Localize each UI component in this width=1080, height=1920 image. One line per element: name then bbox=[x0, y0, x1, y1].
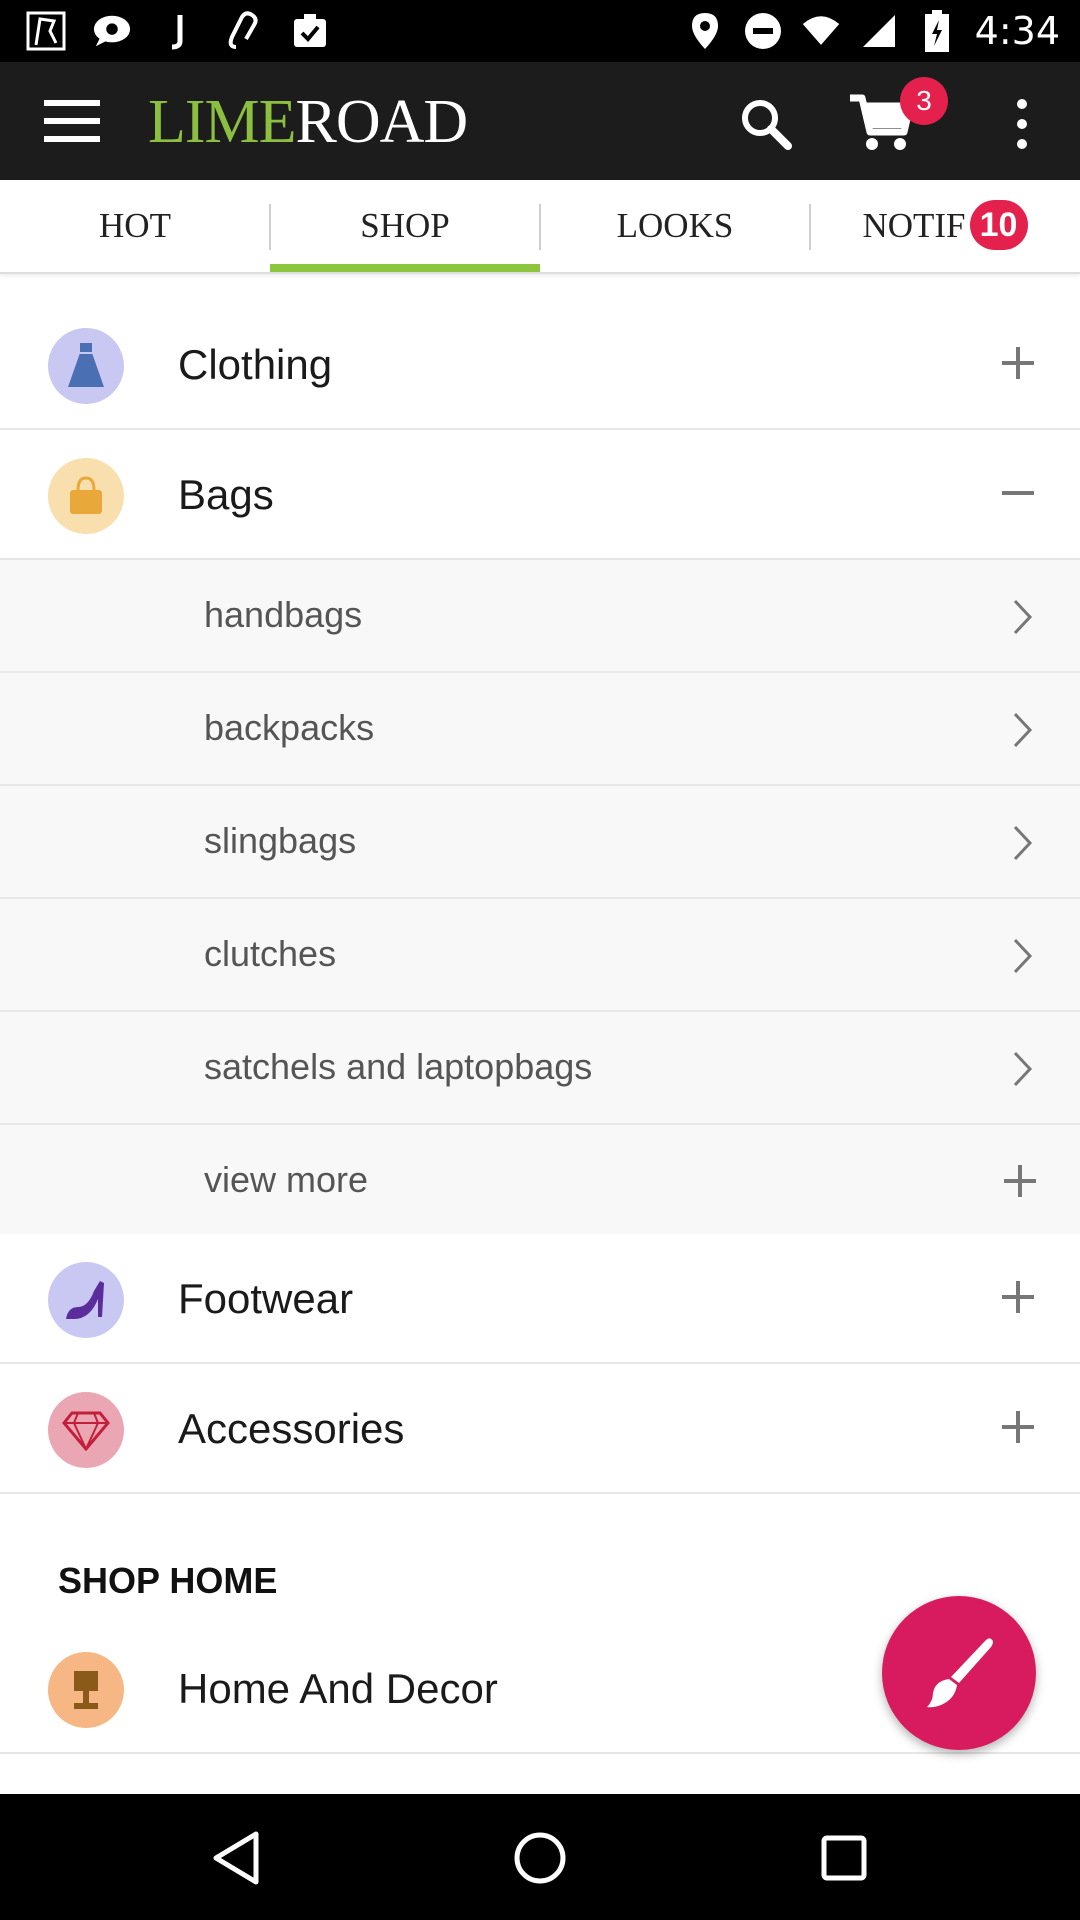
active-tab-indicator bbox=[270, 264, 540, 272]
tab-label: SHOP bbox=[360, 206, 450, 245]
paintbrush-fab-button[interactable] bbox=[882, 1596, 1036, 1750]
hamburger-menu-icon[interactable] bbox=[44, 98, 100, 144]
tab-hot[interactable]: HOT bbox=[0, 180, 270, 272]
subcategory-label: clutches bbox=[204, 933, 337, 974]
notif-count-badge: 10 bbox=[969, 199, 1028, 250]
category-label: Bags bbox=[178, 471, 274, 518]
diamond-icon bbox=[48, 1392, 124, 1468]
category-label: Clothing bbox=[178, 341, 333, 388]
plus-icon bbox=[1002, 1163, 1038, 1199]
subcategory-item[interactable]: backpacks bbox=[0, 673, 1080, 786]
app-icon bbox=[26, 10, 66, 52]
expand-plus-icon[interactable] bbox=[1000, 1409, 1036, 1445]
tab-label: NOTIF bbox=[862, 206, 966, 245]
collapse-minus-icon[interactable] bbox=[1000, 475, 1036, 511]
dress-icon bbox=[48, 328, 124, 404]
tab-shop[interactable]: SHOP bbox=[270, 180, 540, 272]
clock: 4:34 bbox=[974, 9, 1060, 53]
chevron-right-icon bbox=[1012, 711, 1034, 749]
back-icon[interactable] bbox=[208, 1828, 268, 1888]
tab-looks[interactable]: LOOKS bbox=[540, 180, 810, 272]
category-label: Home And Decor bbox=[178, 1665, 498, 1712]
more-options-icon[interactable] bbox=[1006, 98, 1038, 150]
expand-plus-icon[interactable] bbox=[1000, 345, 1036, 381]
subcategory-label: backpacks bbox=[204, 707, 375, 748]
view-more-item[interactable]: view more bbox=[0, 1125, 1080, 1234]
location-icon bbox=[685, 10, 725, 52]
handbag-icon bbox=[48, 458, 124, 534]
battery-charging-icon bbox=[917, 10, 957, 52]
status-bar: 4:34 bbox=[0, 0, 1080, 62]
wifi-icon bbox=[801, 10, 841, 52]
tab-notif[interactable]: NOTIF 10 bbox=[810, 180, 1080, 272]
app-bar: LIMEROAD 3 bbox=[0, 62, 1080, 180]
chat-icon bbox=[92, 10, 132, 52]
expand-plus-icon[interactable] bbox=[1000, 1279, 1036, 1315]
section-title-shop-home: SHOP HOME bbox=[58, 1560, 278, 1601]
category-label: Footwear bbox=[178, 1275, 354, 1322]
category-row-footwear[interactable]: Footwear bbox=[0, 1234, 1080, 1364]
subcategory-item[interactable]: satchels and laptopbags bbox=[0, 1012, 1080, 1125]
logo-text-road: ROAD bbox=[295, 88, 469, 156]
home-icon[interactable] bbox=[510, 1828, 570, 1888]
logo-text-lime: LIME bbox=[148, 88, 297, 156]
limeroad-logo[interactable]: LIMEROAD bbox=[148, 86, 469, 158]
tab-label: LOOKS bbox=[616, 206, 734, 245]
link-icon bbox=[224, 10, 264, 52]
paintbrush-icon bbox=[927, 1638, 993, 1708]
chevron-right-icon bbox=[1012, 937, 1034, 975]
clipboard-icon bbox=[290, 10, 330, 52]
signal-icon bbox=[859, 10, 899, 52]
lamp-icon bbox=[48, 1652, 124, 1728]
recent-apps-icon[interactable] bbox=[814, 1828, 874, 1888]
tab-label: HOT bbox=[99, 206, 171, 245]
subcategory-label: handbags bbox=[204, 594, 363, 635]
chevron-right-icon bbox=[1012, 598, 1034, 636]
system-nav-bar bbox=[0, 1794, 1080, 1920]
do-not-disturb-icon bbox=[743, 10, 783, 52]
category-label: Accessories bbox=[178, 1405, 405, 1452]
tab-bar: HOT SHOP LOOKS NOTIF 10 bbox=[0, 180, 1080, 274]
chevron-right-icon bbox=[1012, 1050, 1034, 1088]
view-more-label: view more bbox=[204, 1159, 369, 1200]
subcategory-label: slingbags bbox=[204, 820, 357, 861]
high-heel-icon bbox=[48, 1262, 124, 1338]
cart-count-badge: 3 bbox=[900, 77, 948, 125]
subcategory-item[interactable]: handbags bbox=[0, 560, 1080, 673]
category-row-clothing[interactable]: Clothing bbox=[0, 300, 1080, 430]
search-icon[interactable] bbox=[736, 94, 796, 154]
subcategory-item[interactable]: clutches bbox=[0, 899, 1080, 1012]
j-icon bbox=[158, 10, 198, 52]
category-row-bags[interactable]: Bags bbox=[0, 430, 1080, 560]
chevron-right-icon bbox=[1012, 824, 1034, 862]
category-row-accessories[interactable]: Accessories bbox=[0, 1364, 1080, 1494]
subcategory-item[interactable]: slingbags bbox=[0, 786, 1080, 899]
subcategory-label: satchels and laptopbags bbox=[204, 1046, 593, 1087]
